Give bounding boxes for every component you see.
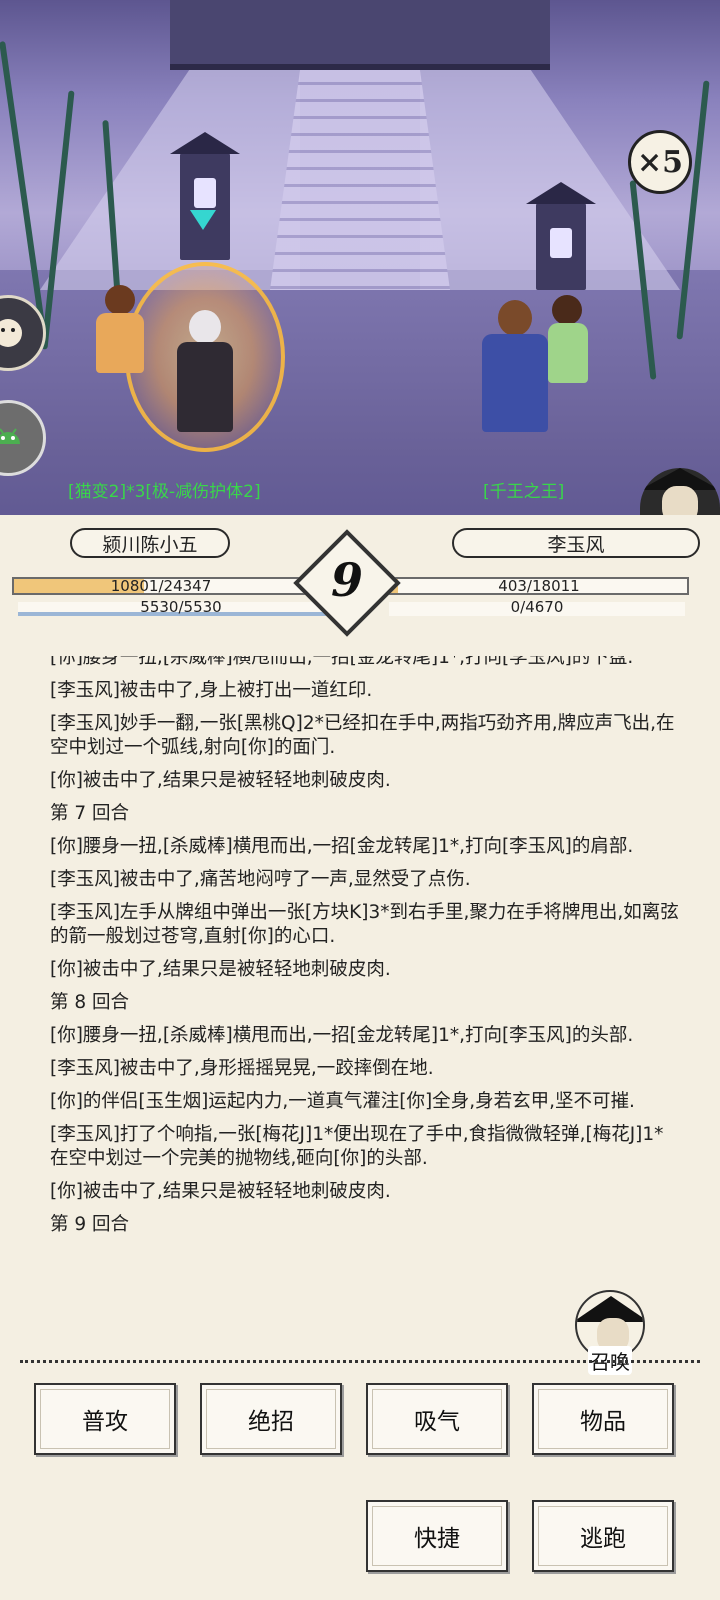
flee-button[interactable]: 逃跑 [532,1500,674,1572]
battle-log-line: [你]被击中了,结果只是被轻轻地刺破皮肉. [50,770,391,791]
battle-log[interactable]: [你]腰身一扭,[杀威棒]横甩而出,一招[金龙转尾]1*,打向[李玉风]的下盘.… [40,656,680,1286]
pet-icon [0,319,22,347]
battle-log-line: [李玉风]左手从牌组中弹出一张[方块K]3*到右手里,聚力在手将牌甩出,如离弦的… [50,902,679,947]
battle-log-line: [你]的伴侣[玉生烟]运起内力,一道真气灌注[你]全身,身若玄甲,坚不可摧. [50,1091,635,1112]
player-sprite[interactable] [165,310,245,435]
battle-log-line: 第 7 回合 [50,803,130,824]
battle-log-line: [李玉风]被击中了,身上被打出一道红印. [50,680,373,701]
battle-scene: ×5 [猫变2]*3[极-减伤护体2] [千王之王] [0,0,720,560]
enemy-status-effects: [千王之王] [483,482,565,502]
speed-label: ×5 [636,144,683,180]
player-hp-text: 10801/24347 [110,577,212,595]
quick-button[interactable]: 快捷 [366,1500,508,1572]
enemy-hp-text: 403/18011 [498,577,580,595]
speed-toggle-button[interactable]: ×5 [628,130,692,194]
battle-log-line: [李玉风]妙手一翻,一张[黑桃Q]2*已经扣在手中,两指巧劲齐用,牌应声飞出,在… [50,713,675,758]
stone-lantern-left [180,150,230,260]
scene-temple [170,0,550,70]
companion-sprite[interactable] [90,285,150,375]
player-name: 颍川陈小五 [102,533,198,556]
enemy-hp-bar: 403/18011 [389,577,689,595]
enemy-companion-sprite[interactable] [540,295,595,385]
battle-log-line: [李玉风]被击中了,痛苦地闷哼了一声,显然受了点伤. [50,869,471,890]
breathe-label: 吸气 [414,1409,460,1435]
battle-log-line: [你]腰身一扭,[杀威棒]横甩而出,一招[金龙转尾]1*,打向[李玉风]的下盘. [50,656,634,668]
dotted-divider [20,1360,700,1363]
player-hp-bar: 10801/24347 [12,577,310,595]
attack-label: 普攻 [82,1409,128,1435]
battle-log-line: [你]被击中了,结果只是被轻轻地刺破皮肉. [50,1181,391,1202]
enemy-name: 李玉风 [547,533,605,556]
battle-log-lines: [你]腰身一扭,[杀威棒]横甩而出,一招[金龙转尾]1*,打向[李玉风]的下盘.… [50,656,680,1246]
ultimate-label: 绝招 [248,1409,294,1435]
player-mp-text: 5530/5530 [140,598,222,616]
battle-log-line: 第 8 回合 [50,992,130,1013]
robot-icon [0,428,20,444]
items-label: 物品 [580,1409,626,1435]
enemy-mp-text: 0/4670 [510,598,564,616]
flee-label: 逃跑 [580,1526,626,1552]
quick-label: 快捷 [414,1526,460,1552]
stone-lantern-right [536,200,586,290]
scene-cliff-left [40,60,300,290]
attack-button[interactable]: 普攻 [34,1383,176,1455]
battle-log-line: [你]被击中了,结果只是被轻轻地刺破皮肉. [50,959,391,980]
player-name-plate: 颍川陈小五 [70,528,230,558]
battle-log-line: [你]腰身一扭,[杀威棒]横甩而出,一招[金龙转尾]1*,打向[李玉风]的头部. [50,1025,634,1046]
breathe-button[interactable]: 吸气 [366,1383,508,1455]
round-number: 9 [330,553,363,607]
enemy-mp-bar: 0/4670 [389,598,685,616]
items-button[interactable]: 物品 [532,1383,674,1455]
summon-button[interactable]: 召唤 [570,1290,650,1380]
battle-log-line: [李玉风]打了个响指,一张[梅花J]1*便出现在了手中,食指微微轻弹,[梅花J]… [50,1124,664,1169]
player-status-effects: [猫变2]*3[极-减伤护体2] [68,482,261,502]
battle-log-line: 第 9 回合 [50,1214,130,1235]
ultimate-button[interactable]: 绝招 [200,1383,342,1455]
battle-log-line: [你]腰身一扭,[杀威棒]横甩而出,一招[金龙转尾]1*,打向[李玉风]的肩部. [50,836,634,857]
player-mp-bar: 5530/5530 [18,598,344,616]
battle-log-line: [李玉风]被击中了,身形摇摇晃晃,一跤摔倒在地. [50,1058,434,1079]
enemy-name-plate: 李玉风 [452,528,700,558]
